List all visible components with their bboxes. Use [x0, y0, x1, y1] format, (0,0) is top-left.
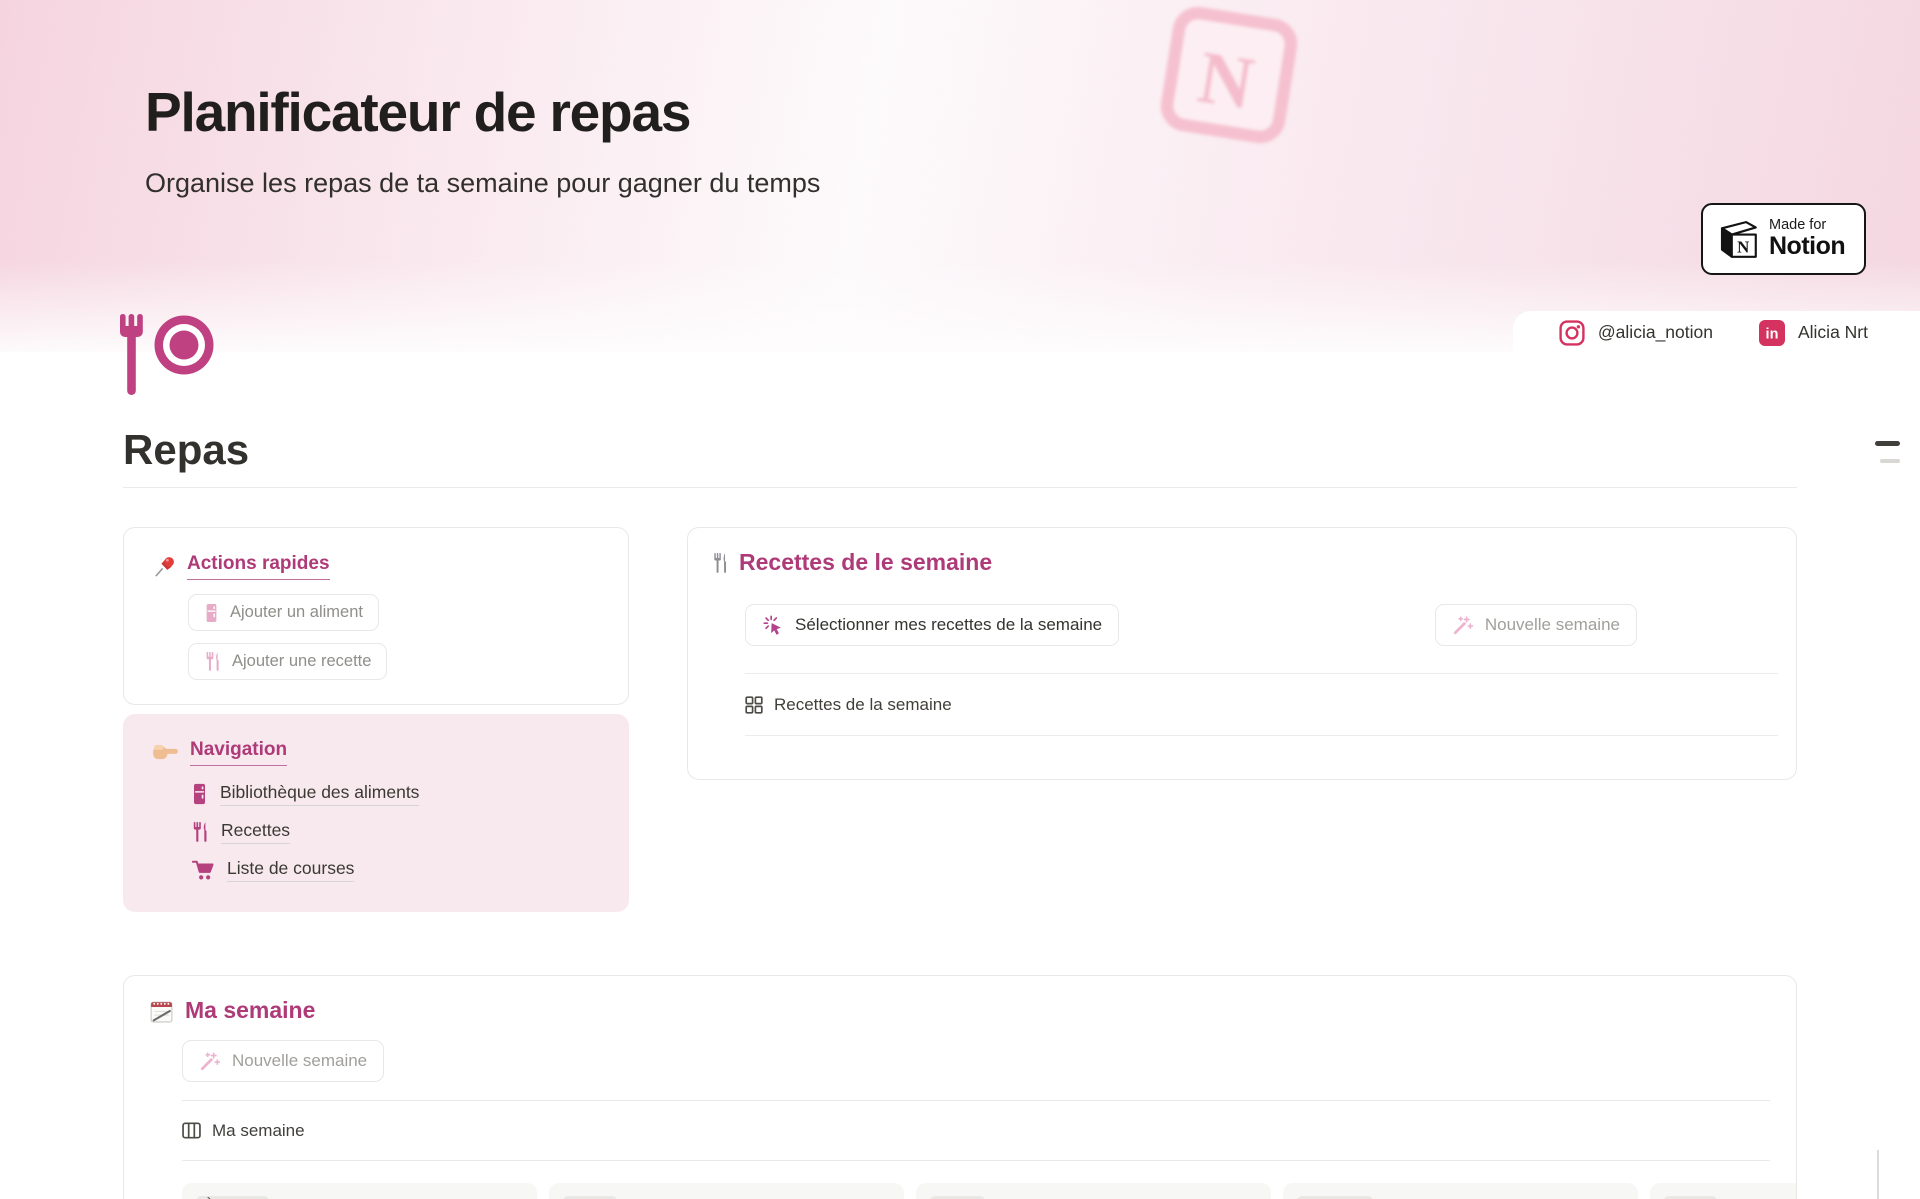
- navigation-card: Navigation: [123, 714, 629, 912]
- pushpin-icon: [152, 554, 177, 579]
- table-of-contents-indicator[interactable]: [1875, 441, 1900, 463]
- cart-icon: [191, 859, 215, 881]
- fork-knife-icon: [204, 651, 221, 672]
- svg-text:in: in: [1766, 326, 1779, 342]
- new-week-button[interactable]: Nouvelle semaine: [1435, 604, 1637, 646]
- nav-label-shopping-list: Liste de courses: [227, 858, 354, 882]
- board-column-a-definir: À définir 0: [182, 1183, 537, 1199]
- week-recipes-view-tab[interactable]: Recettes de la semaine: [745, 673, 1778, 736]
- pointing-hand-icon: [151, 742, 180, 763]
- magic-wand-icon: [199, 1050, 221, 1072]
- board-column-mercredi: Mercredi 0: [1283, 1183, 1638, 1199]
- linkedin-icon: in: [1759, 320, 1785, 346]
- new-week-label: Nouvelle semaine: [1485, 615, 1620, 635]
- board-view-icon: [182, 1122, 201, 1139]
- spiral-notepad-icon: [148, 997, 175, 1024]
- board-column-lundi: Lundi 0: [549, 1183, 904, 1199]
- fridge-icon: [204, 603, 219, 623]
- meal-planner-page: N Planificateur de repas Organise les re…: [0, 0, 1920, 1199]
- select-week-recipes-label: Sélectionner mes recettes de la semaine: [795, 615, 1102, 635]
- scrollbar[interactable]: [1877, 1150, 1879, 1199]
- quick-actions-card: Actions rapides: [123, 527, 629, 705]
- page-subtitle: Organise les repas de ta semaine pour ga…: [145, 168, 820, 199]
- linkedin-link[interactable]: in Alicia Nrt: [1759, 320, 1868, 346]
- page-banner: N Planificateur de repas Organise les re…: [0, 0, 1920, 352]
- svg-text:N: N: [1737, 237, 1749, 256]
- magic-wand-icon: [1452, 614, 1474, 636]
- notion-label: Notion: [1769, 233, 1845, 259]
- nav-label-recipes: Recettes: [221, 820, 290, 844]
- week-recipes-view-tab-label: Recettes de la semaine: [774, 695, 952, 715]
- navigation-title: Navigation: [190, 739, 287, 766]
- instagram-icon: [1559, 320, 1585, 346]
- linkedin-name: Alicia Nrt: [1798, 322, 1868, 343]
- fridge-icon: [191, 783, 208, 805]
- notion-cube-icon: N: [1714, 215, 1762, 263]
- gallery-grid-icon: [745, 696, 763, 714]
- left-column: Actions rapides: [123, 527, 629, 912]
- nav-link-shopping-list[interactable]: Liste de courses: [191, 858, 354, 882]
- nav-label-food-library: Bibliothèque des aliments: [220, 782, 419, 806]
- page-content: Repas Actions: [123, 352, 1797, 1199]
- my-week-new-week-label: Nouvelle semaine: [232, 1051, 367, 1071]
- add-food-button[interactable]: Ajouter un aliment: [188, 594, 379, 631]
- social-bar: @alicia_notion in Alicia Nrt: [1513, 311, 1920, 354]
- click-select-icon: [762, 614, 784, 636]
- notion-watermark-icon: N: [1150, 0, 1308, 154]
- nav-link-recipes[interactable]: Recettes: [191, 820, 290, 844]
- nav-link-food-library[interactable]: Bibliothèque des aliments: [191, 782, 419, 806]
- fork-knife-gray-icon: [711, 550, 729, 576]
- my-week-card: Ma semaine Nouvelle semaine: [123, 975, 1797, 1199]
- toc-dash: [1880, 459, 1900, 463]
- board-column-jeudi: Jeudi 0: [1650, 1183, 1797, 1199]
- week-recipes-card: Recettes de le semaine: [687, 527, 1797, 780]
- board-column-mardi: Mardi 0: [916, 1183, 1271, 1199]
- instagram-handle: @alicia_notion: [1598, 322, 1713, 343]
- page-title: Planificateur de repas: [145, 80, 820, 144]
- made-for-notion-badge[interactable]: N Made for Notion: [1701, 203, 1866, 275]
- fork-plate-logo-icon: [118, 314, 220, 396]
- toc-dash-active: [1875, 441, 1900, 446]
- week-recipes-title: Recettes de le semaine: [739, 549, 992, 576]
- section-heading-repas: Repas: [123, 426, 1797, 488]
- select-week-recipes-button[interactable]: Sélectionner mes recettes de la semaine: [745, 604, 1119, 646]
- my-week-view-tab[interactable]: Ma semaine: [182, 1101, 1770, 1161]
- add-recipe-button[interactable]: Ajouter une recette: [188, 643, 387, 680]
- my-week-new-week-button[interactable]: Nouvelle semaine: [182, 1040, 384, 1082]
- quick-actions-title: Actions rapides: [187, 553, 330, 580]
- add-recipe-label: Ajouter une recette: [232, 652, 371, 671]
- instagram-link[interactable]: @alicia_notion: [1559, 320, 1713, 346]
- week-board: À définir 0 Lundi 0 Mardi 0: [182, 1183, 1770, 1199]
- my-week-title: Ma semaine: [185, 997, 315, 1024]
- made-for-label: Made for: [1769, 218, 1845, 233]
- add-food-label: Ajouter un aliment: [230, 603, 363, 622]
- fork-knife-icon: [191, 821, 209, 843]
- my-week-view-tab-label: Ma semaine: [212, 1121, 305, 1141]
